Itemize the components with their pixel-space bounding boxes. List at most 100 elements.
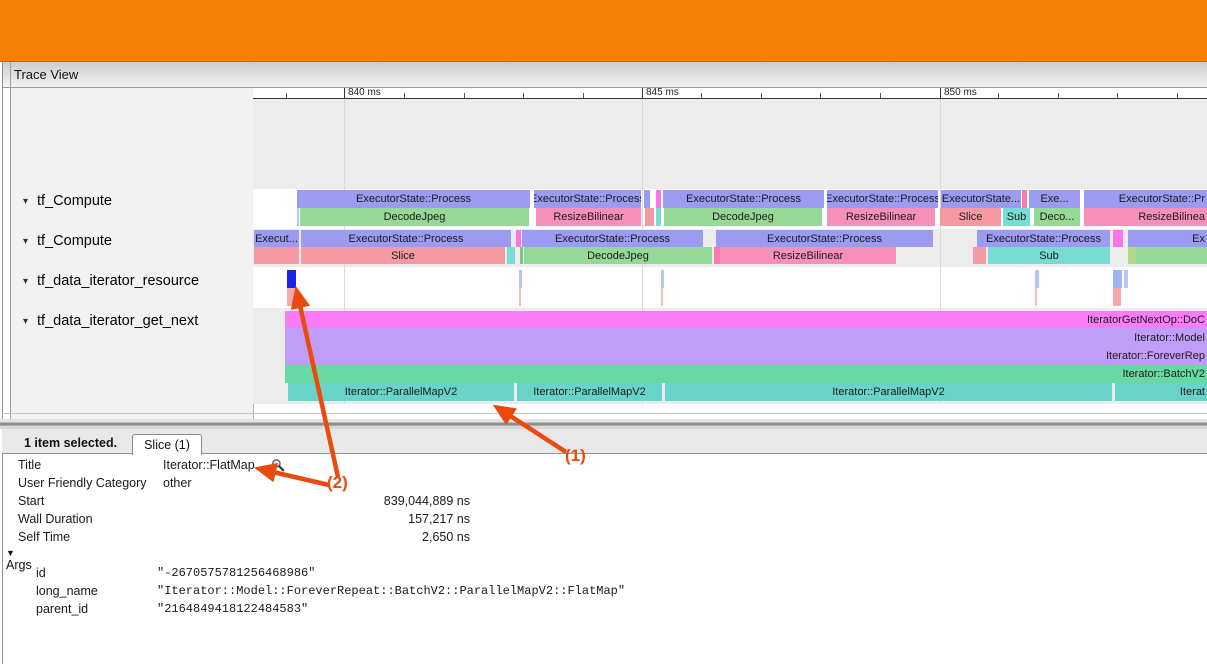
trace-slice[interactable]: Ex xyxy=(1128,230,1207,247)
trace-slice[interactable]: Deco... xyxy=(1034,208,1080,226)
field-label: Wall Duration xyxy=(18,512,93,526)
trace-slice[interactable] xyxy=(656,208,661,226)
trace-slice[interactable]: ResizeBilinear xyxy=(827,208,935,226)
track-background xyxy=(253,267,1207,308)
trace-slice[interactable] xyxy=(1128,247,1136,264)
trace-slice[interactable]: ExecutorState::Process xyxy=(297,190,530,208)
annotation-label-1: (1) xyxy=(565,446,586,466)
field-value: other xyxy=(163,476,192,490)
details-field-row: User Friendly Categoryother xyxy=(0,476,1207,492)
trace-slice[interactable]: Slice xyxy=(940,208,1001,226)
magnifier-icon[interactable] xyxy=(271,458,285,472)
ruler-tick-major xyxy=(344,88,345,98)
trace-slice[interactable]: Sub xyxy=(988,247,1110,264)
ruler-tick-label: 850 ms xyxy=(944,87,977,98)
trace-slice[interactable]: DecodeJpeg xyxy=(524,247,712,264)
trace-slice[interactable] xyxy=(520,247,523,264)
trace-slice[interactable] xyxy=(519,288,521,306)
trace-slice[interactable] xyxy=(1136,247,1207,264)
ruler-tick-minor xyxy=(286,93,287,98)
trace-slice[interactable]: Iterator::ParallelMapV2 xyxy=(517,383,662,401)
field-value: 157,217 ns xyxy=(163,512,470,526)
details-arg-row: long_name"Iterator::Model::ForeverRepeat… xyxy=(0,584,1207,600)
trace-slice[interactable] xyxy=(516,230,521,247)
trace-slice[interactable] xyxy=(1113,288,1121,306)
ruler-tick-minor xyxy=(820,93,821,98)
details-field-row: TitleIterator::FlatMap xyxy=(0,458,1207,474)
ruler-tick-minor xyxy=(1117,93,1118,98)
trace-slice[interactable]: ExecutorState::Process xyxy=(827,190,938,208)
field-label: Self Time xyxy=(18,530,70,544)
trace-slice[interactable]: Iterator::Model xyxy=(285,328,1207,347)
trace-slice[interactable]: DecodeJpeg xyxy=(664,208,822,226)
trace-slice[interactable]: Iterator::ParallelMapV2 xyxy=(288,383,514,401)
arg-key: long_name xyxy=(36,584,98,598)
trace-slice[interactable]: Iterat xyxy=(1115,383,1207,401)
trace-slice[interactable] xyxy=(519,270,522,288)
details-panel: TitleIterator::FlatMapUser Friendly Cate… xyxy=(0,454,1207,664)
trace-slice[interactable] xyxy=(1035,288,1037,306)
panel-splitter[interactable] xyxy=(0,419,1207,429)
details-field-row: Start 839,044,889 ns xyxy=(0,494,1207,510)
details-field-row: Self Time 2,650 ns xyxy=(0,530,1207,546)
ruler-tick-minor xyxy=(523,93,524,98)
trace-slice[interactable]: Exe... xyxy=(1029,190,1080,208)
trace-viewer-window: Trace View ▾tf_Compute▾tf_Compute▾tf_dat… xyxy=(0,0,1207,664)
annotation-label-2: (2) xyxy=(327,473,348,493)
trace-slice[interactable]: ExecutorState::Process xyxy=(534,190,641,208)
details-field-row: Wall Duration 157,217 ns xyxy=(0,512,1207,528)
trace-slice[interactable]: ExecutorState::Process xyxy=(522,230,703,247)
trace-slice[interactable] xyxy=(287,270,296,288)
trace-slice[interactable]: ResizeBilinear xyxy=(536,208,641,226)
details-arg-row: parent_id "2164849418122484583" xyxy=(0,602,1207,618)
trace-slice[interactable]: IteratorGetNextOp::DoC xyxy=(285,311,1207,328)
ruler-tick-major xyxy=(940,88,941,98)
details-arg-row: id"-2670575781256468986" xyxy=(0,566,1207,582)
trace-slice[interactable] xyxy=(973,247,986,264)
trace-slice[interactable]: Sub xyxy=(1003,208,1030,226)
trace-slice[interactable] xyxy=(1113,230,1123,247)
trace-slice[interactable] xyxy=(1124,270,1128,288)
trace-slice[interactable] xyxy=(507,247,515,264)
trace-slice[interactable]: ExecutorState... xyxy=(941,190,1021,208)
arg-key: id xyxy=(36,566,46,580)
trace-slice[interactable]: Iterator::ForeverRep xyxy=(285,347,1207,365)
trace-slice[interactable]: Execut... xyxy=(254,230,299,247)
ruler-tick-minor xyxy=(761,93,762,98)
trace-slice[interactable]: ExecutorState::Process xyxy=(977,230,1110,247)
trace-slice[interactable]: ExecutorState::Process xyxy=(716,230,933,247)
selection-count: 1 item selected. xyxy=(24,436,117,450)
track-background xyxy=(253,99,1207,189)
ruler-tick-minor xyxy=(464,93,465,98)
trace-slice[interactable]: DecodeJpeg xyxy=(300,208,529,226)
trace-slice[interactable]: ResizeBilinear xyxy=(720,247,896,264)
trace-slice[interactable]: ExecutorState::Process xyxy=(663,190,824,208)
trace-slice[interactable] xyxy=(1022,190,1027,208)
tab-slice[interactable]: Slice (1) xyxy=(132,434,202,455)
trace-slice[interactable] xyxy=(287,288,296,306)
trace-slice[interactable] xyxy=(297,208,299,226)
trace-slice[interactable]: ExecutorState::Pr xyxy=(1084,190,1207,208)
field-value: 2,650 ns xyxy=(163,530,470,544)
arg-key: parent_id xyxy=(36,602,88,616)
trace-slice[interactable]: Slice xyxy=(301,247,505,264)
trace-slice[interactable] xyxy=(661,270,664,288)
field-label: Start xyxy=(18,494,44,508)
ruler-tick-minor xyxy=(404,93,405,98)
trace-slice[interactable] xyxy=(1035,270,1039,288)
trace-slice[interactable] xyxy=(1113,270,1122,288)
trace-slice[interactable]: ResizeBilinea xyxy=(1084,208,1207,226)
trace-slice[interactable] xyxy=(254,247,299,264)
ruler-tick-minor xyxy=(583,93,584,98)
trace-slice[interactable] xyxy=(644,190,650,208)
trace-slice[interactable] xyxy=(661,288,663,306)
ruler-tick-label: 845 ms xyxy=(646,87,679,98)
arg-value: "2164849418122484583" xyxy=(157,602,308,616)
trace-slice[interactable] xyxy=(656,190,661,208)
trace-slice[interactable] xyxy=(645,208,654,226)
trace-slice[interactable]: Iterator::BatchV2 xyxy=(285,365,1207,383)
trace-slice[interactable]: Iterator::ParallelMapV2 xyxy=(665,383,1112,401)
ruler-tick-minor xyxy=(701,93,702,98)
trace-slice[interactable]: ExecutorState::Process xyxy=(301,230,511,247)
field-value: 839,044,889 ns xyxy=(163,494,470,508)
